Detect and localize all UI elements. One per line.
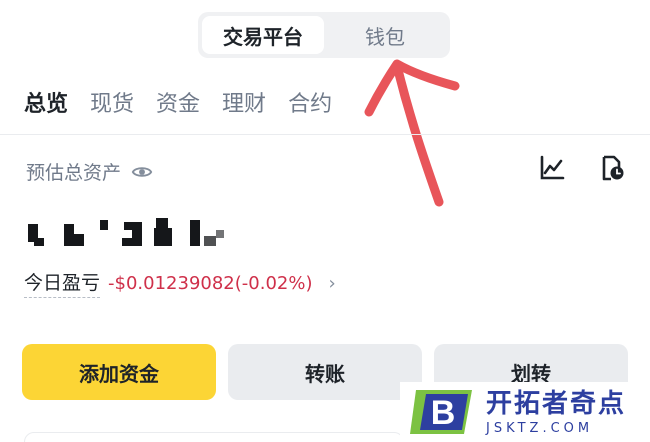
chevron-right-icon: ›: [328, 272, 336, 294]
divider: [0, 134, 650, 135]
next-card-edge: [24, 432, 404, 442]
watermark: B 开拓者奇点 JSKTZ.COM: [400, 382, 650, 442]
estimated-assets-row: 预估总资产: [26, 158, 153, 185]
today-pnl-value: -$0.01239082(-0.02%): [108, 272, 313, 294]
annotation-arrow: [364, 59, 460, 207]
chart-icon[interactable]: [538, 154, 566, 182]
tab-futures[interactable]: 合约: [288, 86, 332, 118]
svg-text:B: B: [431, 394, 456, 432]
watermark-title: 开拓者奇点: [486, 388, 627, 419]
today-pnl-label: 今日盈亏: [24, 268, 101, 298]
balance-masked: [28, 210, 228, 250]
tab-spot[interactable]: 现货: [90, 86, 134, 118]
tab-funding[interactable]: 资金: [156, 86, 200, 118]
watermark-logo-icon: B: [410, 390, 472, 434]
transfer-button[interactable]: 转账: [228, 344, 422, 400]
add-funds-button[interactable]: 添加资金: [22, 344, 216, 400]
eye-icon[interactable]: [131, 161, 153, 183]
history-icon[interactable]: [598, 154, 626, 182]
estimated-assets-label: 预估总资产: [26, 162, 122, 184]
tab-overview[interactable]: 总览: [24, 86, 68, 118]
watermark-url: JSKTZ.COM: [486, 420, 594, 436]
tab-wallet[interactable]: 钱包: [324, 16, 446, 54]
account-tabs: 总览 现货 资金 理财 合约: [24, 86, 332, 118]
today-pnl-row[interactable]: 今日盈亏 -$0.01239082(-0.02%) ›: [24, 268, 336, 298]
tab-trading-platform[interactable]: 交易平台: [202, 16, 324, 54]
tab-earn[interactable]: 理财: [222, 86, 266, 118]
